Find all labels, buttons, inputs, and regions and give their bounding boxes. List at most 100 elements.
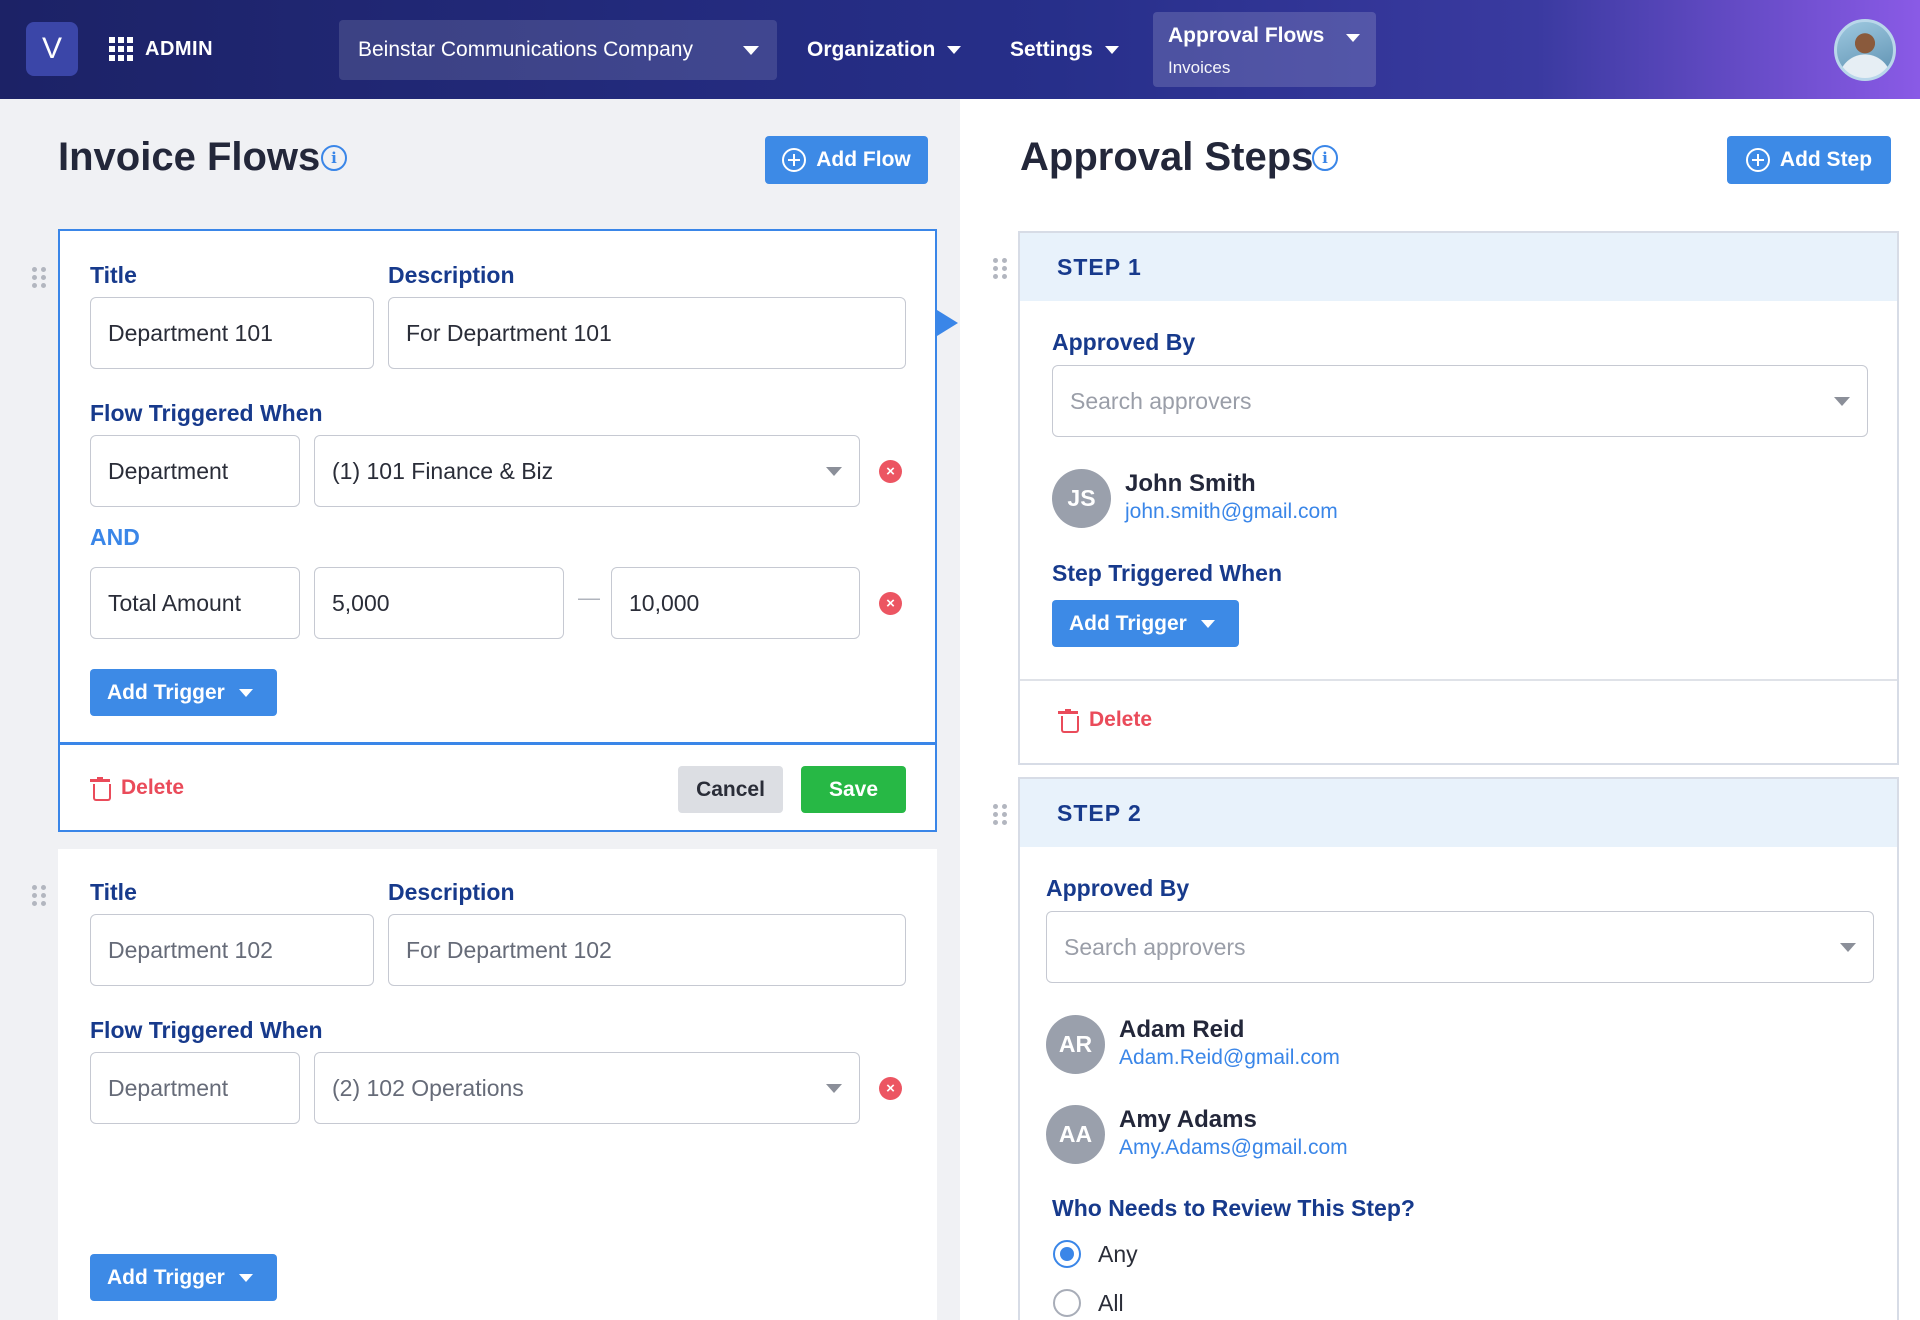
cancel-button[interactable]: Cancel (678, 766, 783, 813)
delete-label: Delete (1089, 708, 1153, 731)
nav-settings[interactable]: Settings (1010, 38, 1119, 62)
title-label: Title (90, 262, 137, 288)
add-trigger-label: Add Trigger (1069, 611, 1187, 635)
approved-by-label: Approved By (1052, 329, 1196, 355)
search-placeholder: Search approvers (1070, 387, 1252, 414)
chevron-down-icon (1840, 943, 1856, 952)
chevron-down-icon (947, 46, 962, 54)
flow-trigger-label: Flow Triggered When (90, 400, 323, 426)
company-selector[interactable]: Beinstar Communications Company (339, 20, 777, 80)
approved-by-label: Approved By (1046, 875, 1190, 901)
remove-condition-icon[interactable]: × (879, 1077, 902, 1100)
chevron-down-icon (1104, 46, 1119, 54)
nav-approval-flows-label: Approval Flows (1168, 24, 1325, 47)
chevron-down-icon (1834, 397, 1850, 406)
chevron-down-icon (826, 1084, 842, 1093)
step-header: STEP 1 (1020, 233, 1897, 301)
chevron-down-icon (743, 46, 759, 55)
approver-email[interactable]: Amy.Adams@gmail.com (1119, 1136, 1348, 1160)
avatar: AA (1046, 1105, 1105, 1164)
nav-approval-sub: Invoices (1168, 58, 1231, 77)
remove-condition-icon[interactable]: × (879, 592, 902, 615)
description-label: Description (388, 262, 515, 288)
trash-icon (90, 776, 111, 801)
top-nav: V ADMIN Beinstar Communications Company … (0, 0, 1920, 99)
condition-field-select[interactable]: Department (90, 1052, 300, 1124)
condition-field-select[interactable]: Department (90, 435, 300, 507)
apps-grid-icon[interactable] (109, 37, 133, 61)
drag-handle-icon[interactable] (32, 885, 46, 906)
add-step-button[interactable]: Add Step (1727, 136, 1891, 184)
active-flow-pointer (937, 310, 958, 336)
add-trigger-button[interactable]: Add Trigger (1052, 600, 1239, 647)
nav-organization[interactable]: Organization (807, 38, 962, 62)
chevron-down-icon (826, 467, 842, 476)
step-card-1: STEP 1 Approved By Search approvers JS J… (1018, 231, 1899, 765)
search-approvers-input[interactable]: Search approvers (1052, 365, 1868, 437)
description-label: Description (388, 879, 515, 905)
approver-name: John Smith (1125, 470, 1256, 497)
divider (1020, 679, 1897, 681)
max-amount-input[interactable]: 10,000 (611, 567, 860, 639)
radio-all-label[interactable]: All (1098, 1290, 1124, 1317)
info-icon[interactable]: i (321, 145, 347, 171)
flow-trigger-label: Flow Triggered When (90, 1017, 323, 1043)
title-input[interactable]: Department 102 (90, 914, 374, 986)
radio-any[interactable] (1053, 1240, 1081, 1268)
drag-handle-icon[interactable] (993, 258, 1007, 279)
info-icon[interactable]: i (1312, 145, 1338, 171)
search-approvers-input[interactable]: Search approvers (1046, 911, 1874, 983)
nav-organization-label: Organization (807, 38, 936, 61)
approval-steps-panel: Approval Steps i Add Step STEP 1 Approve… (960, 99, 1920, 1320)
add-trigger-button[interactable]: Add Trigger (90, 1254, 277, 1301)
nav-approval-flows[interactable]: Approval Flows Invoices (1153, 12, 1376, 87)
chevron-down-icon (238, 1273, 253, 1282)
title-input[interactable]: Department 101 (90, 297, 374, 369)
nav-settings-label: Settings (1010, 38, 1093, 61)
step-card-2: STEP 2 Approved By Search approvers AR A… (1018, 777, 1899, 1320)
drag-handle-icon[interactable] (993, 804, 1007, 825)
add-trigger-label: Add Trigger (107, 1265, 225, 1289)
step-trigger-label: Step Triggered When (1052, 560, 1283, 586)
approver-email[interactable]: john.smith@gmail.com (1125, 500, 1338, 524)
chevron-down-icon (1346, 34, 1360, 42)
page-title: Invoice Flows (58, 135, 321, 179)
description-input[interactable]: For Department 102 (388, 914, 906, 986)
condition-value-select[interactable]: (2) 102 Operations (314, 1052, 860, 1124)
delete-flow-button[interactable]: Delete (90, 776, 185, 801)
save-button[interactable]: Save (801, 766, 906, 813)
flow-card-2: Title Description Department 102 For Dep… (58, 849, 937, 1320)
add-step-label: Add Step (1779, 148, 1873, 171)
drag-handle-icon[interactable] (32, 267, 46, 288)
section-title: Approval Steps (1020, 135, 1314, 179)
remove-condition-icon[interactable]: × (879, 460, 902, 483)
delete-label: Delete (121, 776, 185, 799)
user-avatar[interactable] (1834, 19, 1896, 81)
flow-card-1: Title Description Department 101 For Dep… (58, 229, 937, 832)
app-logo[interactable]: V (26, 22, 78, 76)
avatar: AR (1046, 1015, 1105, 1074)
condition-field-select[interactable]: Total Amount (90, 567, 300, 639)
approver-email[interactable]: Adam.Reid@gmail.com (1119, 1046, 1340, 1070)
condition-value-text: (1) 101 Finance & Biz (332, 457, 554, 484)
invoice-flows-panel: Invoice Flows i Add Flow Title Descripti… (0, 99, 960, 1320)
radio-any-label[interactable]: Any (1098, 1241, 1138, 1268)
condition-value-text: (2) 102 Operations (332, 1074, 524, 1101)
add-trigger-button[interactable]: Add Trigger (90, 669, 277, 716)
company-name: Beinstar Communications Company (358, 38, 693, 61)
chevron-down-icon (1200, 619, 1215, 628)
condition-value-select[interactable]: (1) 101 Finance & Biz (314, 435, 860, 507)
admin-label[interactable]: ADMIN (145, 38, 213, 61)
avatar: JS (1052, 469, 1111, 528)
approver-name: Adam Reid (1119, 1016, 1245, 1043)
description-input[interactable]: For Department 101 (388, 297, 906, 369)
divider (60, 742, 935, 745)
plus-circle-icon (782, 148, 807, 172)
delete-step-button[interactable]: Delete (1058, 708, 1153, 733)
min-amount-input[interactable]: 5,000 (314, 567, 564, 639)
radio-all[interactable] (1053, 1289, 1081, 1317)
add-trigger-label: Add Trigger (107, 680, 225, 704)
add-flow-button[interactable]: Add Flow (765, 136, 928, 184)
and-label: AND (90, 524, 140, 550)
step-header: STEP 2 (1020, 779, 1897, 847)
